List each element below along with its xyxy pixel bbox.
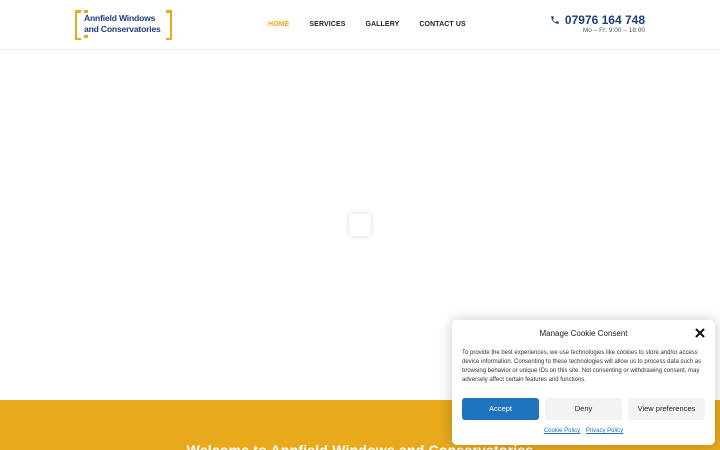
loader-spinner — [349, 214, 371, 236]
main-nav: HOME SERVICES GALLERY CONTACT US — [268, 19, 466, 31]
phone-icon — [551, 16, 559, 24]
nav-item-gallery[interactable]: GALLERY — [365, 19, 399, 31]
site-logo[interactable]: Annfield Windows and Conservatories — [75, 10, 172, 40]
view-preferences-button[interactable]: View preferences — [628, 398, 705, 420]
site-header: Annfield Windows and Conservatories HOME… — [0, 0, 720, 50]
nav-item-contact-us[interactable]: CONTACT US — [419, 19, 465, 31]
nav-item-home[interactable]: HOME — [268, 19, 289, 31]
cookie-dialog-text: To provide the best experiences, we use … — [462, 350, 702, 383]
cookie-policy-link[interactable]: Cookie Policy — [544, 428, 580, 434]
deny-button[interactable]: Deny — [545, 398, 622, 420]
nav-item-services[interactable]: SERVICES — [309, 19, 345, 31]
logo-line-2: and Conservatories — [84, 24, 161, 34]
phone-number[interactable]: 07976 164 748 — [565, 13, 645, 27]
close-icon[interactable] — [695, 328, 705, 338]
cookie-consent-dialog: Manage Cookie Consent To provide the bes… — [452, 320, 715, 445]
page: Annfield Windows and Conservatories HOME… — [0, 0, 720, 450]
logo-line-1: Annfield Windows — [84, 13, 156, 23]
header-contact: 07976 164 748 Mo – Fr: 9:00 – 18:00 — [550, 13, 645, 35]
opening-hours: Mo – Fr: 9:00 – 18:00 — [582, 27, 645, 34]
accept-button[interactable]: Accept — [462, 398, 539, 420]
cookie-dialog-title: Manage Cookie Consent — [539, 329, 628, 338]
cookie-links: Cookie Policy Privacy Policy — [452, 427, 715, 435]
privacy-policy-link[interactable]: Privacy Policy — [586, 428, 623, 434]
